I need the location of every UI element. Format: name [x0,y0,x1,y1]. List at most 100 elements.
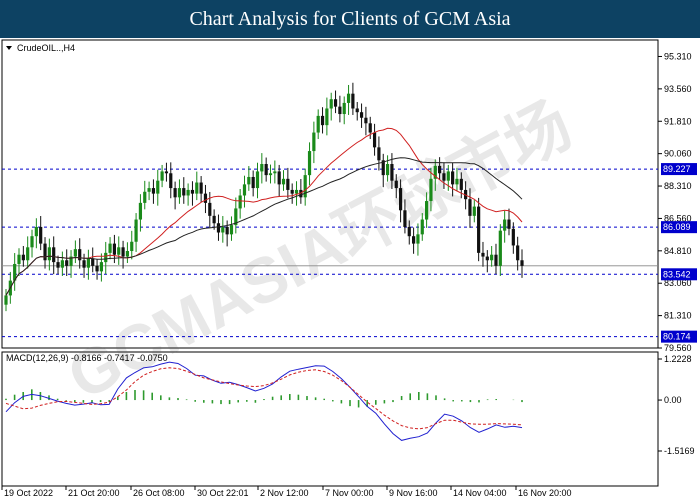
candle-body [438,165,442,174]
candle-body [377,147,381,161]
candle-body [225,226,229,235]
candle-body [56,262,60,268]
candle-body [268,173,273,176]
candle-body [134,219,138,242]
candle-body [169,173,173,189]
candle-body [407,226,411,237]
candle-body [368,123,372,133]
price-y-tick-label: 88.310 [664,181,692,191]
candle-body [425,201,429,220]
candle-body [86,258,90,268]
candle-body [255,171,260,189]
candle-body [342,102,346,115]
candle-body [455,178,459,185]
candle-body [325,108,329,126]
candle-body [73,249,77,257]
macd-y-tick-label: 1.2228 [664,354,692,364]
x-tick-label: 7 Nov 00:00 [325,488,374,498]
candle-body [151,188,156,194]
candle-body [143,191,147,203]
x-tick-label: 9 Nov 16:00 [389,488,438,498]
candle-body [221,226,225,233]
x-tick-label: 14 Nov 04:00 [453,488,507,498]
candle-body [498,230,502,266]
candle-body [260,164,264,172]
candle-body [182,188,186,196]
price-y-tick-label: 93.560 [664,84,692,94]
candle-body [351,93,355,109]
candle-body [346,93,351,103]
macd-y-tick-label: 0.00 [664,395,682,405]
x-tick-label: 30 Oct 22:01 [197,488,249,498]
candle-body [494,254,498,266]
level-label: 83.542 [663,269,691,279]
candle-body [242,184,247,196]
candle-body [247,176,251,185]
candle-body [108,243,112,253]
price-y-tick-label: 91.810 [664,116,692,126]
level-label: 80.174 [663,332,691,342]
macd-y-tick-label: -1.5169 [664,446,695,456]
candle-body [160,171,164,181]
candle-body [121,247,125,257]
candle-body [511,228,515,246]
candle-body [516,245,520,261]
symbol-label: CrudeOIL..,H4 [17,43,75,53]
candle-body [190,189,195,194]
candle-body [429,178,433,202]
candle-body [203,193,208,203]
candle-body [442,173,446,181]
candle-body [186,189,190,196]
candle-body [416,234,420,244]
price-y-tick-label: 84.810 [664,246,692,256]
candle-body [490,254,494,261]
candle-body [477,206,481,253]
candle-body [156,180,160,194]
candle-body [60,260,64,268]
candle-body [125,251,130,257]
candle-body [281,178,286,185]
candle-body [39,226,43,244]
candle-body [420,219,424,235]
candle-body [208,202,212,216]
candle-body [307,151,312,176]
candle-body [277,171,281,185]
candle-body [485,256,489,261]
candle-body [320,115,325,126]
candle-body [34,226,38,237]
candle-body [95,265,99,272]
candle-body [286,178,290,190]
candle-body [78,249,82,261]
candle-body [17,254,21,264]
x-tick-label: 21 Oct 20:00 [68,488,120,498]
candle-body [21,254,25,261]
candle-body [65,260,69,266]
candle-body [104,252,108,263]
candle-body [385,164,390,176]
candle-body [30,236,34,248]
candle-body [251,176,255,189]
candle-body [403,210,407,227]
candle-body [520,260,524,266]
candle-body [338,106,342,115]
level-label: 86.089 [663,222,691,232]
candle-body [290,189,294,194]
candle-body [507,219,511,229]
candle-body [4,295,8,305]
price-panel-frame [1,39,659,349]
candle-body [216,223,221,233]
candle-body [472,206,476,216]
candle-body [47,247,51,261]
candle-body [446,171,450,181]
candle-body [195,182,199,194]
candle-body [99,262,103,272]
x-tick-label: 16 Nov 20:00 [518,488,572,498]
candle-body [273,171,277,174]
candle-body [503,219,507,231]
candle-body [312,132,316,152]
candle-body [451,171,455,185]
candle-body [394,180,398,189]
candle-body [238,195,242,209]
candle-body [481,252,485,257]
x-tick-label: 26 Oct 08:00 [133,488,185,498]
